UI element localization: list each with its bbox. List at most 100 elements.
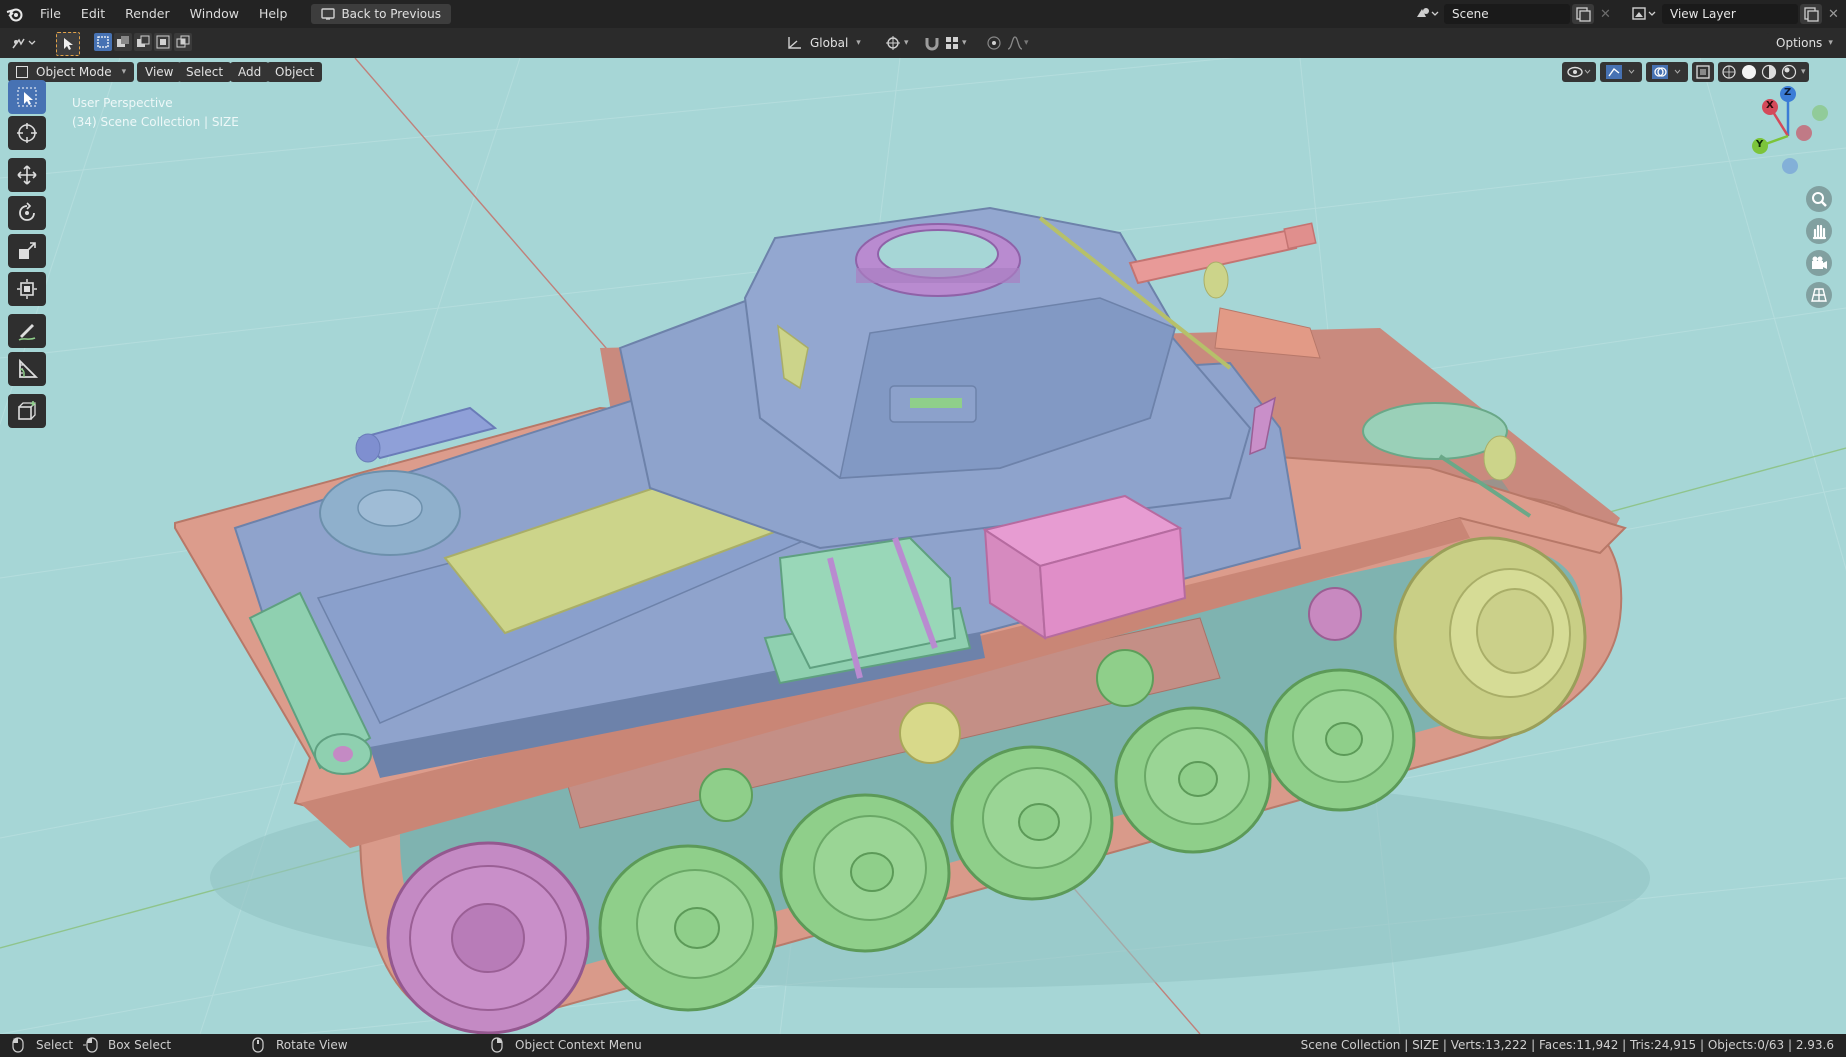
hand-icon bbox=[1812, 224, 1827, 240]
mouse-middle-icon bbox=[252, 1037, 264, 1053]
menu-edit[interactable]: Edit bbox=[71, 0, 115, 28]
viewport-scene[interactable] bbox=[0, 58, 1846, 1034]
annotate-tool[interactable] bbox=[8, 314, 46, 348]
zoom-view-button[interactable] bbox=[1806, 186, 1832, 212]
scale-icon bbox=[19, 242, 36, 259]
menu-file[interactable]: File bbox=[30, 0, 71, 28]
rotate-icon bbox=[19, 202, 35, 221]
object-mode-icon bbox=[16, 66, 28, 78]
visibility-eye-icon[interactable] bbox=[1562, 62, 1596, 82]
options-label: Options bbox=[1776, 36, 1823, 50]
object-mode-label: Object Mode bbox=[36, 65, 112, 79]
magnifier-icon bbox=[1812, 192, 1827, 207]
overlays-toggle-icon[interactable] bbox=[1646, 62, 1688, 82]
active-collection-label: (34) Scene Collection | SIZE bbox=[72, 115, 239, 129]
select-tool-icon[interactable] bbox=[56, 32, 80, 56]
gizmo-toggle-icon[interactable] bbox=[1600, 62, 1642, 82]
chevron-down-icon: ▾ bbox=[1828, 38, 1833, 48]
shading-mode-group: ▾ bbox=[1718, 62, 1809, 82]
scene-icon bbox=[1417, 8, 1439, 17]
editor-type-icon[interactable] bbox=[8, 33, 42, 53]
mouse-drag-icon bbox=[83, 1037, 98, 1053]
close-scene-icon[interactable]: ✕ bbox=[1600, 7, 1611, 22]
solid-shading-icon[interactable] bbox=[1741, 64, 1757, 80]
chevron-down-icon[interactable]: ▾ bbox=[1801, 67, 1806, 77]
select-box-tool[interactable] bbox=[8, 80, 46, 114]
move-tool[interactable] bbox=[8, 158, 46, 192]
magnet-icon bbox=[925, 38, 939, 51]
camera-icon bbox=[1812, 256, 1827, 269]
scene-name-field[interactable]: Scene bbox=[1444, 4, 1570, 24]
scene-statistics: Scene Collection | SIZE | Verts:13,222 |… bbox=[1300, 1038, 1834, 1052]
mouse-left-icon bbox=[12, 1037, 24, 1053]
neg-y-axis-ball bbox=[1812, 105, 1828, 121]
mouse-right-icon bbox=[491, 1037, 503, 1053]
object-menu[interactable]: Object bbox=[267, 62, 323, 82]
chevron-down-icon: ▾ bbox=[121, 67, 127, 77]
orientation-label: Global bbox=[810, 36, 849, 50]
pencil-icon bbox=[18, 324, 36, 341]
falloff-dropdown[interactable]: ▾ bbox=[1006, 33, 1038, 53]
wireframe-shading-icon[interactable] bbox=[1721, 64, 1737, 80]
add-menu[interactable]: Add bbox=[230, 62, 270, 82]
drive-sprocket bbox=[1393, 536, 1587, 740]
falloff-curve-icon bbox=[1007, 36, 1023, 50]
menu-render[interactable]: Render bbox=[115, 0, 180, 28]
perspective-toggle-button[interactable] bbox=[1806, 282, 1832, 308]
mode-set-icon[interactable] bbox=[94, 33, 112, 51]
rendered-shading-icon[interactable] bbox=[1781, 64, 1797, 80]
pan-view-button[interactable] bbox=[1806, 218, 1832, 244]
snap-target-dropdown[interactable]: ▾ bbox=[944, 33, 976, 53]
new-view-layer-icon[interactable] bbox=[1800, 4, 1822, 24]
status-context-menu-hint: Object Context Menu bbox=[515, 1038, 642, 1052]
camera-view-button[interactable] bbox=[1806, 250, 1832, 276]
xray-toggle-icon[interactable] bbox=[1692, 62, 1714, 82]
neg-x-axis-ball bbox=[1796, 125, 1812, 141]
status-rotate-view-hint: Rotate View bbox=[276, 1038, 348, 1052]
mode-intersect-icon[interactable] bbox=[174, 33, 192, 51]
transform-orientation-dropdown[interactable]: Global ▾ bbox=[786, 33, 861, 53]
status-bar: Select Box Select Rotate View Object Con… bbox=[0, 1034, 1846, 1057]
view-layer-field[interactable]: View Layer bbox=[1662, 4, 1798, 24]
rotate-tool[interactable] bbox=[8, 196, 46, 230]
snap-toggle[interactable] bbox=[922, 33, 942, 53]
transform-icon bbox=[17, 279, 37, 299]
view-layer-icon bbox=[1632, 7, 1656, 20]
top-menu-bar: File Edit Render Window Help Back to Pre… bbox=[0, 0, 1846, 28]
view-layer-selector[interactable]: View Layer ✕ bbox=[1630, 4, 1839, 24]
select-menu[interactable]: Select bbox=[178, 62, 232, 82]
tool-settings-bar: Global ▾ ▾ ▾ ▾ Options ▾ bbox=[0, 28, 1846, 59]
mode-subtract-icon[interactable] bbox=[134, 33, 152, 51]
close-view-layer-icon[interactable]: ✕ bbox=[1828, 7, 1839, 22]
add-cube-icon bbox=[18, 401, 36, 420]
snap-grid-icon bbox=[946, 37, 958, 49]
pivot-point-dropdown[interactable]: ▾ bbox=[884, 33, 914, 53]
options-dropdown[interactable]: Options ▾ bbox=[1766, 33, 1843, 53]
cursor-tool[interactable] bbox=[8, 116, 46, 150]
scene-selector[interactable]: Scene ✕ bbox=[1414, 4, 1611, 24]
proportional-edit-toggle[interactable] bbox=[984, 33, 1004, 53]
grid-perspective-icon bbox=[1811, 288, 1827, 302]
status-box-select-hint: Box Select bbox=[108, 1038, 172, 1052]
selection-mode-group bbox=[94, 33, 192, 51]
menu-window[interactable]: Window bbox=[180, 0, 249, 28]
scale-tool[interactable] bbox=[8, 234, 46, 268]
mode-extend-icon[interactable] bbox=[114, 33, 132, 51]
blender-logo-icon[interactable] bbox=[0, 0, 30, 28]
menu-help[interactable]: Help bbox=[249, 0, 298, 28]
commander-cupola bbox=[855, 223, 1021, 297]
object-mode-dropdown[interactable]: Object Mode ▾ bbox=[8, 62, 135, 82]
gizmo-y-label: Y bbox=[1756, 139, 1764, 150]
navigation-gizmo[interactable]: X Z Y bbox=[1740, 80, 1840, 180]
view-menu[interactable]: View bbox=[137, 62, 182, 82]
mode-invert-icon[interactable] bbox=[154, 33, 172, 51]
3d-viewport[interactable]: Object Mode ▾ View Select Add Object ▾ U… bbox=[0, 58, 1846, 1034]
back-to-previous-button[interactable]: Back to Previous bbox=[311, 4, 451, 24]
add-cube-tool[interactable] bbox=[8, 394, 46, 428]
cursor-arrow-icon bbox=[17, 87, 37, 107]
new-scene-icon[interactable] bbox=[1572, 4, 1594, 24]
neg-z-axis-ball bbox=[1782, 158, 1798, 174]
measure-tool[interactable] bbox=[8, 352, 46, 386]
transform-tool[interactable] bbox=[8, 272, 46, 306]
material-shading-icon[interactable] bbox=[1761, 64, 1777, 80]
